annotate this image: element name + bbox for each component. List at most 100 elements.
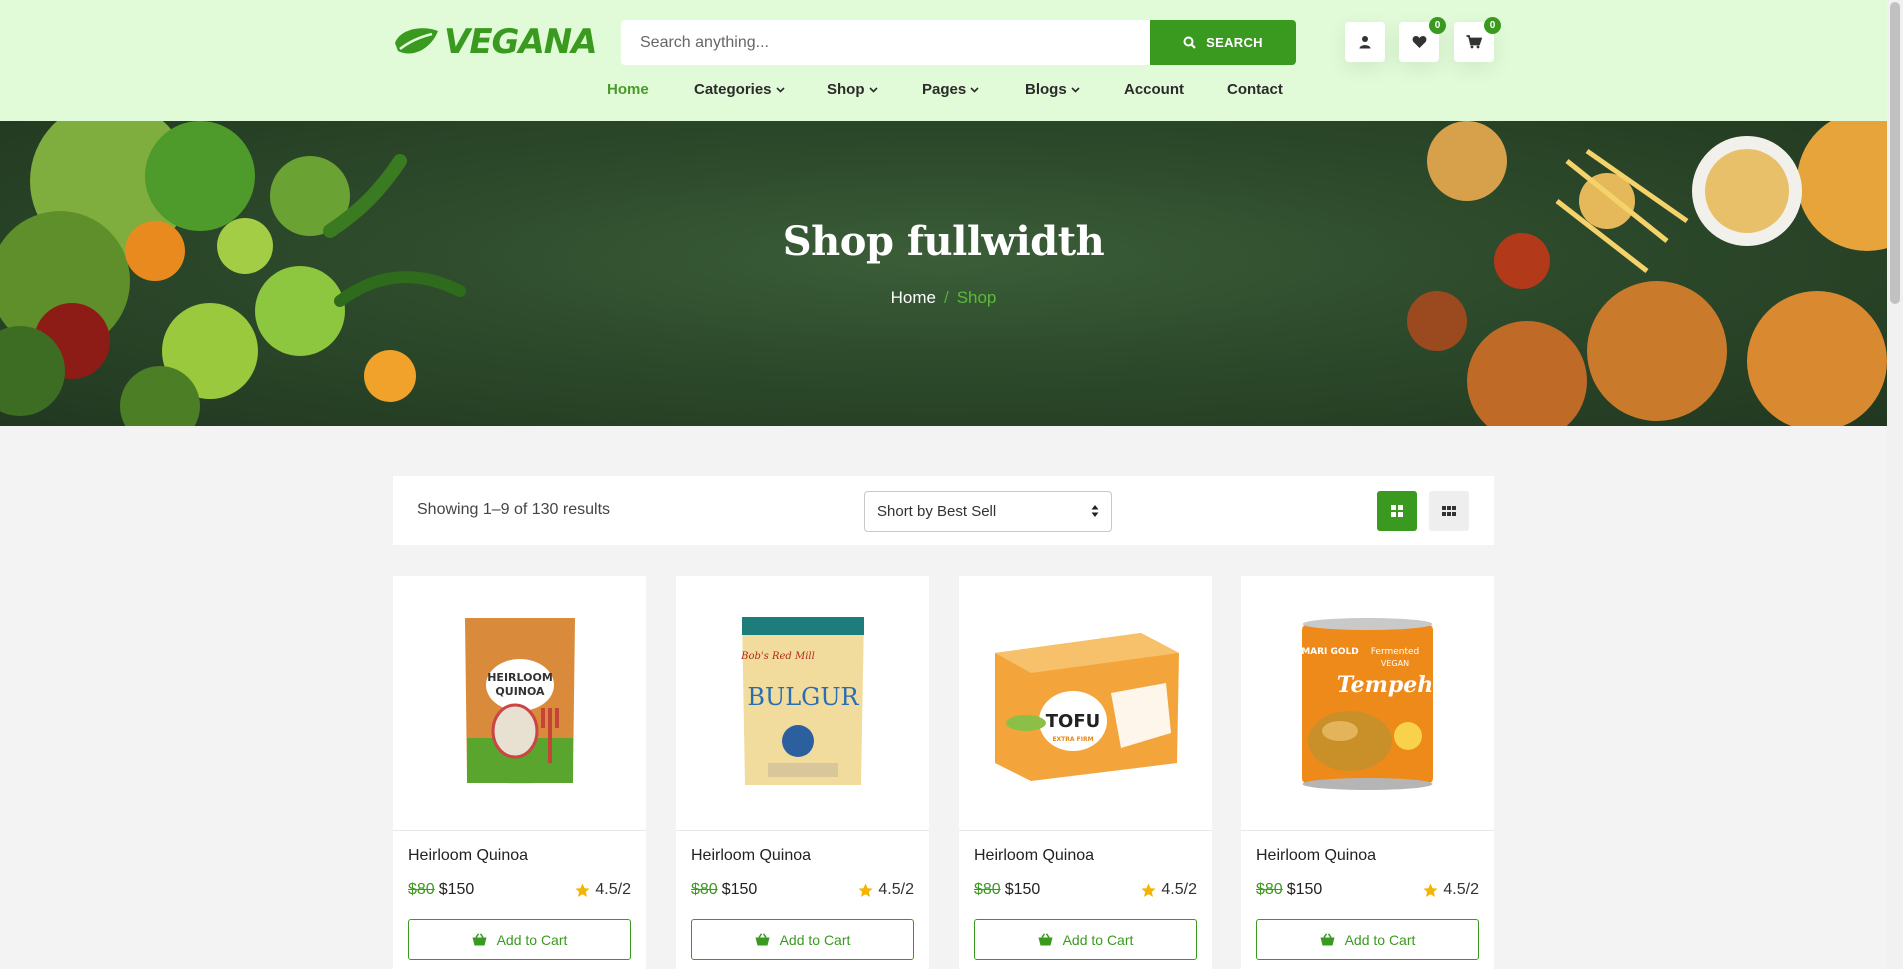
- page-banner: Shop fullwidth Home / Shop: [0, 121, 1887, 426]
- search-button[interactable]: SEARCH: [1150, 20, 1296, 65]
- add-to-cart-button[interactable]: Add to Cart: [408, 919, 631, 960]
- current-price: $150: [721, 881, 758, 898]
- nav-item-label: Shop: [827, 81, 865, 98]
- add-to-cart-label: Add to Cart: [779, 931, 851, 948]
- tempeh-name: Tempeh: [1337, 672, 1434, 698]
- rating-value: 4.5/2: [1161, 881, 1197, 898]
- sort-arrows-icon: [1091, 504, 1099, 519]
- banner-vegetables-image: [0, 121, 466, 426]
- nav-item-contact[interactable]: Contact: [1227, 81, 1283, 98]
- add-to-cart-button[interactable]: Add to Cart: [974, 919, 1197, 960]
- price-row: $80 $150 4.5/2: [974, 881, 1197, 899]
- leaf-logo-icon: [395, 28, 438, 54]
- cart-icon: [1466, 35, 1482, 49]
- price-row: $80 $150 4.5/2: [1256, 881, 1479, 899]
- add-to-cart-label: Add to Cart: [1344, 931, 1416, 948]
- chevron-down-icon: [868, 86, 878, 93]
- nav-item-shop[interactable]: Shop: [827, 81, 878, 98]
- page-title: Shop fullwidth: [782, 218, 1105, 265]
- star-icon: [1141, 883, 1157, 897]
- basket-icon: [755, 933, 770, 946]
- cart-button[interactable]: 0: [1454, 17, 1501, 62]
- user-icon: [1359, 36, 1371, 49]
- old-price: $80: [1256, 881, 1283, 898]
- bulgur-name: BULGUR: [747, 683, 859, 711]
- tofu-sub: EXTRA FIRM: [1052, 736, 1093, 743]
- product-image-area[interactable]: HEIRLOOM QUINOA: [393, 576, 646, 831]
- page-scrollbar[interactable]: [1887, 0, 1903, 969]
- logo[interactable]: VEGANA: [392, 22, 598, 62]
- star-icon: [1423, 883, 1439, 897]
- add-to-cart-button[interactable]: Add to Cart: [1256, 919, 1479, 960]
- basket-icon: [1320, 933, 1335, 946]
- current-price: $150: [438, 881, 475, 898]
- tempeh-line1: Fermented: [1371, 647, 1420, 657]
- add-to-cart-button[interactable]: Add to Cart: [691, 919, 914, 960]
- grid-large-icon: [1391, 505, 1403, 517]
- breadcrumb: Home / Shop: [0, 288, 1887, 308]
- account-button[interactable]: [1345, 22, 1385, 62]
- price: $80 $150: [974, 881, 1040, 899]
- sort-select[interactable]: Short by Best Sell: [864, 491, 1112, 532]
- wishlist-count-badge: 0: [1429, 17, 1446, 34]
- price-row: $80 $150 4.5/2: [408, 881, 631, 899]
- product-card[interactable]: MARI GOLD Fermented VEGAN Tempeh Heirloo…: [1241, 576, 1494, 969]
- star-icon: [858, 883, 874, 897]
- site-header: VEGANA SEARCH 0 0 Home: [0, 0, 1887, 121]
- price: $80 $150: [1256, 881, 1322, 899]
- grid-view-button[interactable]: [1377, 491, 1417, 531]
- breadcrumb-home-link[interactable]: Home: [891, 288, 936, 307]
- tempeh-line2: VEGAN: [1381, 659, 1409, 668]
- sort-select-value: Short by Best Sell: [877, 503, 997, 520]
- bulgur-brand: Bob's Red Mill: [740, 651, 815, 662]
- nav-item-label: Blogs: [1025, 81, 1067, 98]
- banner-fastfood-image: [1407, 121, 1887, 426]
- rating-value: 4.5/2: [595, 881, 631, 898]
- nav-item-blogs[interactable]: Blogs: [1025, 81, 1080, 98]
- nav-item-home[interactable]: Home: [607, 81, 649, 98]
- search-button-label: SEARCH: [1206, 35, 1263, 50]
- rating-value: 4.5/2: [878, 881, 914, 898]
- product-name[interactable]: Heirloom Quinoa: [408, 847, 528, 865]
- cart-count-badge: 0: [1484, 17, 1501, 34]
- add-to-cart-label: Add to Cart: [1062, 931, 1134, 948]
- tempeh-brand: MARI GOLD: [1301, 647, 1359, 657]
- main-nav: Home Categories Shop Pages Blogs Account…: [0, 81, 1887, 105]
- current-price: $150: [1286, 881, 1323, 898]
- product-image-quinoa: HEIRLOOM QUINOA: [464, 618, 575, 784]
- scrollbar-thumb[interactable]: [1890, 2, 1900, 304]
- logo-text: VEGANA: [444, 22, 598, 62]
- grid-small-icon: [1442, 506, 1456, 516]
- quinoa-label-line1: HEIRLOOM: [487, 671, 553, 684]
- chevron-down-icon: [1071, 86, 1080, 93]
- product-name[interactable]: Heirloom Quinoa: [691, 847, 811, 865]
- price: $80 $150: [691, 881, 757, 899]
- nav-item-label: Home: [607, 81, 649, 98]
- product-card[interactable]: TOFU EXTRA FIRM Heirloom Quinoa $80 $150 …: [959, 576, 1212, 969]
- product-image-area[interactable]: TOFU EXTRA FIRM: [959, 576, 1212, 831]
- price-row: $80 $150 4.5/2: [691, 881, 914, 899]
- search-icon: [1183, 36, 1196, 49]
- product-name[interactable]: Heirloom Quinoa: [974, 847, 1094, 865]
- product-image-area[interactable]: Bob's Red Mill BULGUR: [676, 576, 929, 831]
- product-image-tempeh: MARI GOLD Fermented VEGAN Tempeh: [1301, 617, 1434, 790]
- product-name[interactable]: Heirloom Quinoa: [1256, 847, 1376, 865]
- product-image-bulgur: Bob's Red Mill BULGUR: [740, 617, 864, 785]
- rating: 4.5/2: [1141, 881, 1197, 899]
- current-price: $150: [1004, 881, 1041, 898]
- shop-toolbar: Showing 1–9 of 130 results Short by Best…: [393, 476, 1494, 545]
- old-price: $80: [408, 881, 435, 898]
- nav-item-account[interactable]: Account: [1124, 81, 1184, 98]
- grid-compact-view-button[interactable]: [1429, 491, 1469, 531]
- product-image-area[interactable]: MARI GOLD Fermented VEGAN Tempeh: [1241, 576, 1494, 831]
- nav-item-label: Contact: [1227, 81, 1283, 98]
- product-card[interactable]: Bob's Red Mill BULGUR Heirloom Quinoa $8…: [676, 576, 929, 969]
- wishlist-button[interactable]: 0: [1399, 17, 1446, 62]
- heart-icon: [1412, 36, 1426, 48]
- search-input[interactable]: [621, 20, 1150, 65]
- nav-item-categories[interactable]: Categories: [694, 81, 785, 98]
- product-card[interactable]: HEIRLOOM QUINOA Heirloom Quinoa $80 $150 …: [393, 576, 646, 969]
- rating: 4.5/2: [858, 881, 914, 899]
- old-price: $80: [974, 881, 1001, 898]
- nav-item-pages[interactable]: Pages: [922, 81, 979, 98]
